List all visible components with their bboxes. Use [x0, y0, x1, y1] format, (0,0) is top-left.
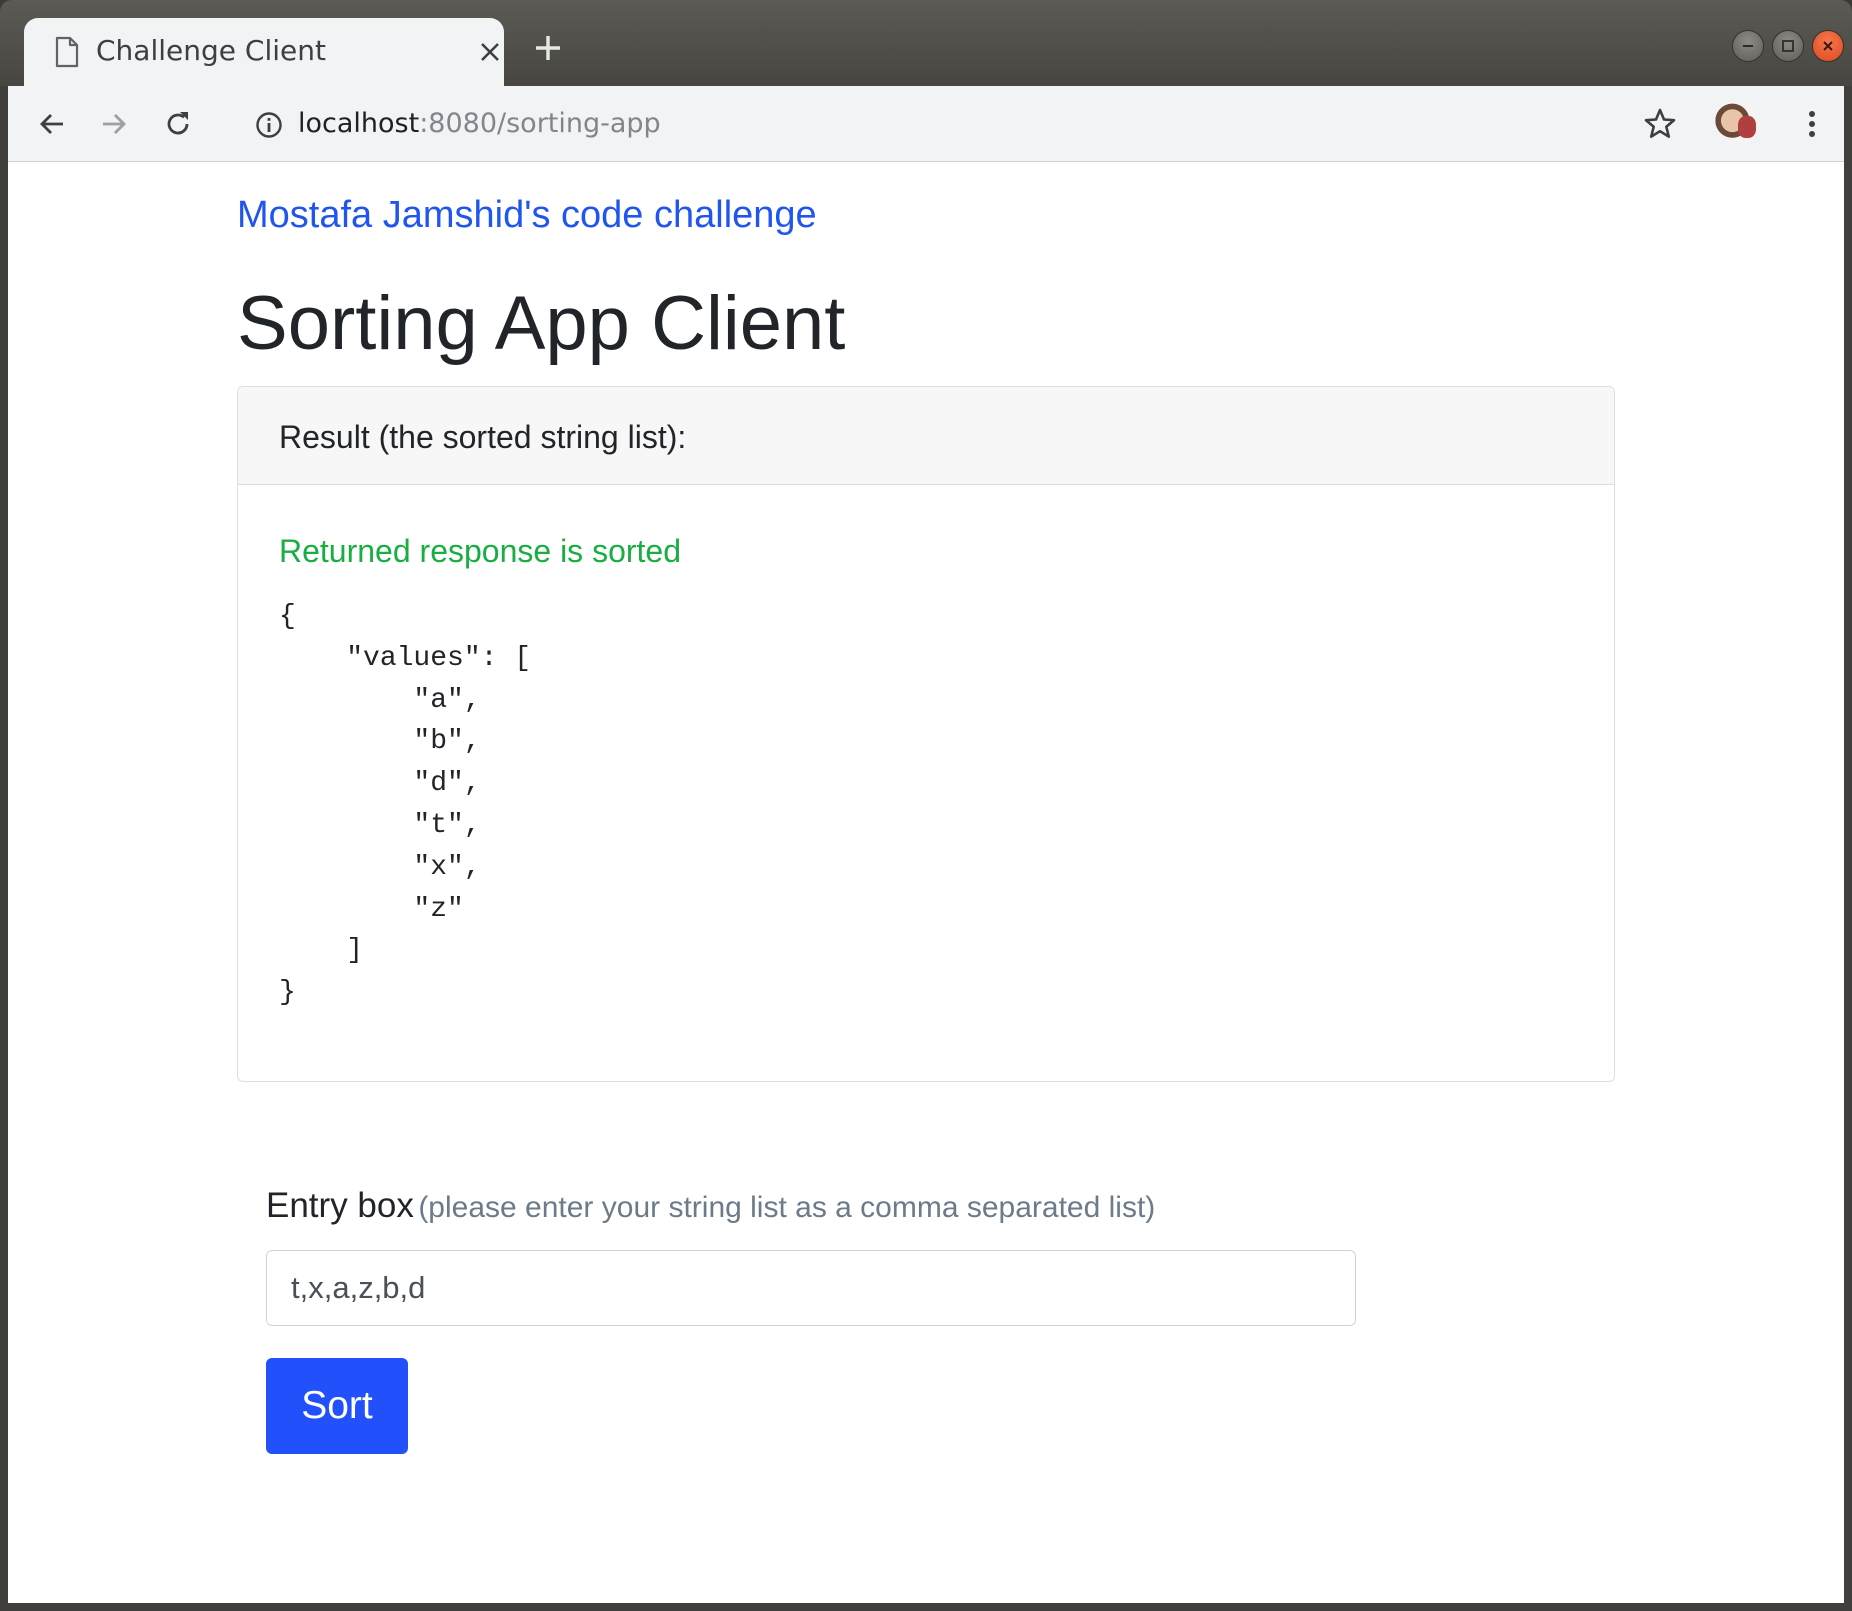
result-card: Result (the sorted string list): Returne… — [237, 386, 1615, 1082]
new-tab-icon[interactable] — [532, 32, 564, 64]
url-text: localhost:8080/sorting-app — [298, 108, 661, 139]
browser-window: Challenge Client localhost:8080/sorting-… — [0, 0, 1852, 1611]
reload-icon[interactable] — [158, 104, 198, 144]
status-message: Returned response is sorted — [279, 533, 681, 569]
entry-input[interactable] — [266, 1250, 1356, 1326]
entry-label: Entry box (please enter your string list… — [266, 1186, 1155, 1226]
minimize-icon[interactable] — [1732, 30, 1764, 62]
menu-dots-icon[interactable] — [1792, 104, 1832, 144]
sort-button[interactable]: Sort — [266, 1358, 408, 1454]
url-host: localhost — [298, 108, 420, 139]
title-bar: Challenge Client — [0, 0, 1852, 86]
avatar[interactable] — [1714, 100, 1760, 146]
star-icon[interactable] — [1640, 104, 1680, 144]
page-title: Sorting App Client — [237, 281, 846, 366]
forward-arrow-icon[interactable] — [94, 104, 134, 144]
document-icon — [55, 36, 79, 68]
result-card-header: Result (the sorted string list): — [238, 387, 1614, 485]
page-viewport: Mostafa Jamshid's code challenge Sorting… — [8, 162, 1844, 1603]
back-arrow-icon[interactable] — [32, 104, 72, 144]
browser-toolbar: localhost:8080/sorting-app — [8, 86, 1844, 162]
address-bar[interactable]: localhost:8080/sorting-app — [240, 94, 1660, 154]
entry-hint: (please enter your string list as a comm… — [418, 1191, 1156, 1224]
maximize-icon[interactable] — [1772, 30, 1804, 62]
window-controls — [1732, 30, 1844, 64]
window-close-icon[interactable] — [1812, 30, 1844, 62]
browser-tab[interactable]: Challenge Client — [24, 18, 504, 86]
json-output: { "values": [ "a", "b", "d", "t", "x", "… — [279, 601, 532, 1009]
url-path: :8080/sorting-app — [419, 108, 661, 139]
info-icon[interactable] — [254, 110, 284, 140]
close-icon[interactable] — [476, 38, 504, 66]
result-card-body: Returned response is sorted { "values": … — [238, 485, 1614, 1014]
entry-label-text: Entry box — [266, 1186, 414, 1225]
tab-title: Challenge Client — [96, 34, 326, 67]
brand-link[interactable]: Mostafa Jamshid's code challenge — [237, 194, 817, 237]
